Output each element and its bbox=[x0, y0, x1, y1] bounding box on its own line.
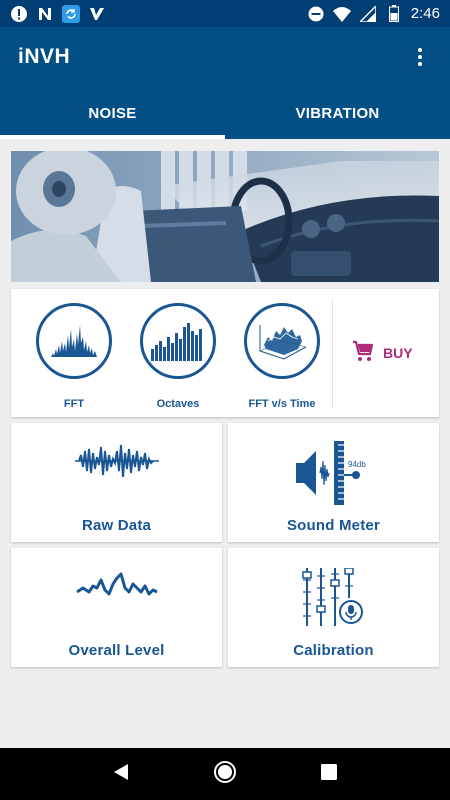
level-trend-icon bbox=[11, 566, 222, 606]
status-bar: 2:46 bbox=[0, 0, 450, 27]
octaves-button[interactable]: Octaves bbox=[138, 303, 218, 410]
tab-noise-label: NOISE bbox=[88, 104, 137, 122]
fft-vs-time-label: FFT v/s Time bbox=[248, 398, 316, 410]
fft-spectrum-icon bbox=[36, 303, 112, 379]
fft-vs-time-button[interactable]: FFT v/s Time bbox=[242, 303, 322, 410]
calibration-tile[interactable]: Calibration bbox=[228, 548, 439, 667]
octaves-label: Octaves bbox=[156, 398, 200, 410]
n-notification-icon bbox=[36, 5, 54, 23]
sound-meter-label: Sound Meter bbox=[286, 517, 381, 534]
divider bbox=[332, 299, 333, 407]
battery-icon bbox=[385, 5, 403, 23]
home-icon[interactable] bbox=[213, 760, 237, 789]
raw-data-label: Raw Data bbox=[81, 517, 152, 534]
cart-icon bbox=[351, 339, 375, 366]
sound-meter-icon: 94db bbox=[228, 441, 439, 505]
app-bar: iNVH bbox=[0, 27, 450, 87]
status-time: 2:46 bbox=[410, 5, 440, 22]
tab-noise[interactable]: NOISE bbox=[0, 87, 225, 139]
wifi-icon bbox=[332, 5, 351, 23]
overall-level-label: Overall Level bbox=[68, 642, 165, 659]
fft-label: FFT bbox=[63, 398, 85, 410]
system-nav-bar bbox=[0, 748, 450, 800]
recents-icon[interactable] bbox=[320, 763, 338, 786]
calibration-sliders-icon bbox=[228, 568, 439, 626]
sync-app-icon bbox=[62, 4, 80, 23]
tab-vibration-label: VIBRATION bbox=[295, 104, 380, 122]
raw-data-tile[interactable]: Raw Data bbox=[11, 423, 222, 542]
app-title: iNVH bbox=[18, 45, 71, 68]
tab-bar: NOISE VIBRATION bbox=[0, 87, 450, 139]
back-icon[interactable] bbox=[112, 762, 130, 787]
checklist-app-icon bbox=[88, 5, 106, 23]
alert-icon bbox=[10, 5, 28, 23]
octave-bars-icon bbox=[140, 303, 216, 379]
signal-icon bbox=[359, 5, 377, 23]
more-vert-icon[interactable] bbox=[408, 45, 432, 69]
overall-level-tile[interactable]: Overall Level bbox=[11, 548, 222, 667]
meter-reading: 94db bbox=[348, 460, 366, 469]
sound-meter-tile[interactable]: 94db Sound Meter bbox=[228, 423, 439, 542]
tab-vibration[interactable]: VIBRATION bbox=[225, 87, 450, 139]
waterfall-plot-icon bbox=[244, 303, 320, 379]
hero-car-interior-image bbox=[11, 151, 439, 282]
waveform-icon bbox=[11, 441, 222, 481]
fft-button[interactable]: FFT bbox=[34, 303, 114, 410]
do-not-disturb-icon bbox=[307, 5, 325, 23]
buy-label: BUY bbox=[383, 344, 413, 361]
analysis-card: FFT Octaves FFT v/s Time BUY bbox=[11, 289, 439, 417]
calibration-label: Calibration bbox=[293, 642, 374, 659]
buy-button[interactable]: BUY bbox=[351, 339, 413, 366]
